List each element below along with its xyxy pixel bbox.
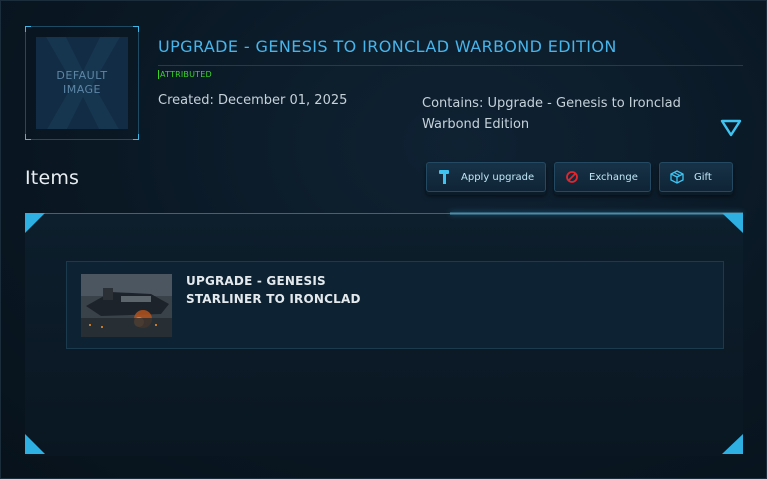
corner-accent (722, 434, 743, 454)
status-badge: ATTRIBUTED (158, 70, 212, 79)
corner-accent (25, 213, 45, 233)
gift-label: Gift (694, 171, 712, 183)
corner-accent (25, 434, 45, 454)
item-title: UPGRADE - GENESIS STARLINER TO IRONCLAD (186, 274, 361, 306)
panel-highlight (450, 212, 743, 215)
apply-upgrade-button[interactable]: Apply upgrade (426, 162, 546, 192)
default-image-placeholder: DEFAULT IMAGE (36, 37, 128, 129)
corner-accent (133, 134, 139, 140)
default-image-label: DEFAULT IMAGE (56, 69, 108, 96)
title-divider (158, 65, 743, 66)
corner-accent (133, 26, 139, 32)
hammer-icon (436, 169, 452, 185)
exchange-label: Exchange (589, 171, 638, 183)
items-heading: Items (25, 167, 80, 189)
exchange-button[interactable]: Exchange (554, 162, 651, 192)
gift-box-icon (669, 169, 685, 185)
contains-text: Contains: Upgrade - Genesis to Ironclad … (422, 96, 681, 132)
created-date: Created: December 01, 2025 (158, 93, 348, 108)
corner-accent (722, 213, 743, 233)
chevron-down-icon[interactable] (720, 118, 742, 138)
corner-accent (25, 134, 31, 140)
gift-button[interactable]: Gift (659, 162, 733, 192)
corner-accent (25, 26, 31, 32)
item-thumbnail (81, 274, 172, 337)
apply-upgrade-label: Apply upgrade (461, 171, 535, 183)
prohibited-icon (564, 169, 580, 185)
pledge-title: UPGRADE - GENESIS TO IRONCLAD WARBOND ED… (158, 37, 617, 56)
pledge-thumbnail: DEFAULT IMAGE (25, 26, 139, 140)
